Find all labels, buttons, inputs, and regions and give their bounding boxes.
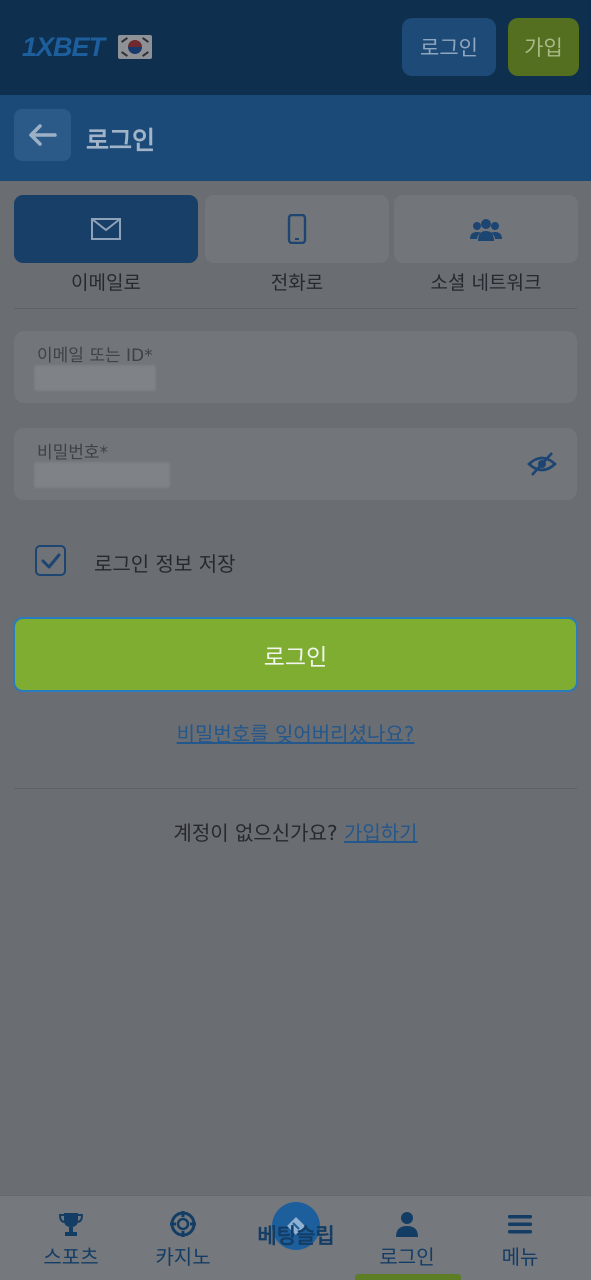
menu-icon — [508, 1215, 532, 1234]
logo-text: 1XBET — [22, 31, 105, 62]
tab-phone-label[interactable]: 전화로 — [205, 268, 389, 295]
password-field[interactable]: 비밀번호* — [14, 428, 577, 500]
email-field[interactable]: 이메일 또는 ID* — [14, 331, 577, 403]
arrow-left-icon — [28, 124, 57, 146]
header-signup-button[interactable]: 가입 — [508, 18, 579, 76]
checkmark-icon — [41, 553, 60, 568]
nav-sports[interactable]: 스포츠 — [16, 1196, 126, 1280]
signup-link[interactable]: 가입하기 — [344, 821, 418, 845]
no-account-text: 계정이 없으신가요? — [173, 821, 338, 845]
sub-header: 로그인 — [0, 95, 591, 181]
envelope-icon — [91, 218, 121, 240]
login-submit-button[interactable]: 로그인 — [13, 617, 578, 692]
nav-menu-label: 메뉴 — [501, 1245, 539, 1269]
email-field-label: 이메일 또는 ID* — [37, 346, 153, 366]
active-tab-indicator — [355, 1274, 461, 1280]
password-field-value-redacted — [34, 462, 170, 488]
users-icon — [470, 219, 502, 241]
tab-social[interactable] — [394, 195, 578, 263]
forgot-password-link[interactable]: 비밀번호를 잊어버리셨나요? — [0, 718, 591, 747]
nav-casino[interactable]: 카지노 — [128, 1196, 238, 1280]
nav-login-label: 로그인 — [379, 1245, 435, 1269]
nav-betslip-label[interactable]: 베팅슬립 — [240, 1220, 352, 1250]
email-field-value-redacted — [34, 365, 156, 391]
remember-checkbox[interactable] — [35, 545, 66, 576]
user-icon — [396, 1212, 418, 1237]
nav-casino-label: 카지노 — [155, 1245, 211, 1269]
divider — [14, 788, 577, 789]
phone-icon — [287, 214, 307, 244]
eye-slash-icon[interactable] — [527, 450, 557, 478]
nav-sports-label: 스포츠 — [43, 1245, 99, 1269]
signup-prompt: 계정이 없으신가요? 가입하기 — [0, 817, 591, 846]
tab-email-label[interactable]: 이메일로 — [14, 268, 198, 295]
page-title: 로그인 — [86, 126, 156, 155]
casino-chip-icon — [170, 1211, 196, 1237]
divider — [14, 308, 577, 309]
password-field-label: 비밀번호* — [37, 443, 109, 463]
korea-flag-icon[interactable] — [118, 35, 153, 59]
nav-menu[interactable]: 메뉴 — [465, 1196, 575, 1280]
header-login-button[interactable]: 로그인 — [402, 18, 496, 76]
brand-logo[interactable]: 1XBET — [22, 30, 153, 64]
tab-email[interactable] — [14, 195, 198, 263]
tab-phone[interactable] — [205, 195, 389, 263]
nav-login[interactable]: 로그인 — [352, 1196, 462, 1280]
top-header: 1XBET 로그인 가입 — [0, 0, 591, 95]
tab-social-label[interactable]: 소셜 네트워크 — [394, 268, 578, 295]
trophy-icon — [58, 1213, 84, 1236]
back-button[interactable] — [14, 109, 71, 161]
remember-label[interactable]: 로그인 정보 저장 — [94, 548, 236, 577]
